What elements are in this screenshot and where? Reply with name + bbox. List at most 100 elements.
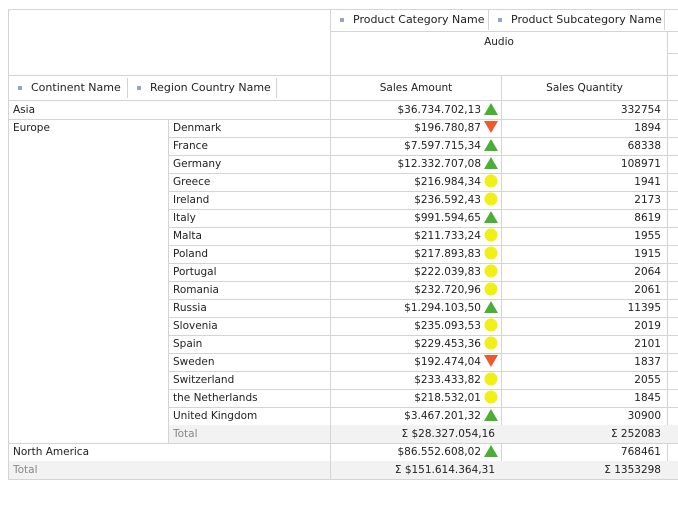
cell-sales-amount[interactable]: $232.720,96 [331,281,501,299]
column-field-product-category[interactable]: Product Category Name [331,9,488,31]
sales-amount-value: $7.597.715,34 [404,140,481,152]
row-header-country[interactable]: Malta [169,227,329,245]
row-header-country[interactable]: Ireland [169,191,329,209]
cell-sales-quantity[interactable]: 68338 [502,137,667,155]
cell-sales-amount[interactable]: $218.532,01 [331,389,501,407]
cell-sales-quantity[interactable]: 1915 [502,245,667,263]
cell-sales-quantity[interactable]: Σ 1353298 [502,461,667,479]
cell-sales-amount[interactable]: $12.332.707,08 [331,155,501,173]
grid-line [331,31,678,32]
sales-amount-value: Σ $151.614.364,31 [394,464,495,476]
row-header-country[interactable]: Italy [169,209,329,227]
field-handle-icon [498,18,502,22]
cell-sales-quantity[interactable]: 108971 [502,155,667,173]
row-header-country[interactable]: Switzerland [169,371,329,389]
row-header-country[interactable]: United Kingdom [169,407,329,425]
cell-sales-amount[interactable]: $233.433,82 [331,371,501,389]
trend-up-icon [484,409,498,421]
neutral-circle-icon [484,192,498,206]
row-field-region-country[interactable]: Region Country Name [128,77,276,99]
row-header-country[interactable]: Denmark [169,119,329,137]
cell-sales-quantity[interactable]: 2061 [502,281,667,299]
cell-sales-quantity[interactable]: 1837 [502,353,667,371]
field-handle-icon [18,86,22,90]
cell-sales-amount[interactable]: $3.467.201,32 [331,407,501,425]
row-header-country[interactable]: France [169,137,329,155]
subtotal-label[interactable]: Total [169,425,329,443]
row-header-continent[interactable]: Asia [9,101,167,119]
cell-sales-quantity[interactable]: 1845 [502,389,667,407]
sales-amount-value: $991.594,65 [414,212,481,224]
grid-line [668,53,678,54]
cell-sales-amount[interactable]: $235.093,53 [331,317,501,335]
cell-sales-amount[interactable]: $236.592,43 [331,191,501,209]
sales-amount-value: $3.467.201,32 [404,410,481,422]
row-header-country[interactable]: the Netherlands [169,389,329,407]
sales-amount-value: $235.093,53 [414,320,481,332]
neutral-circle-icon [484,264,498,278]
cell-sales-quantity[interactable]: 2064 [502,263,667,281]
neutral-circle-icon [484,228,498,242]
row-header-country[interactable]: Spain [169,335,329,353]
sales-amount-value: $192.474,04 [414,356,481,368]
row-header-country[interactable]: Greece [169,173,329,191]
sales-amount-value: $36.734.702,13 [397,104,482,116]
cell-sales-amount[interactable]: $222.039,83 [331,263,501,281]
row-header-country[interactable]: Romania [169,281,329,299]
cell-sales-quantity[interactable]: Σ 252083 [502,425,667,443]
grid-line [330,101,331,479]
cell-sales-quantity[interactable]: 2055 [502,371,667,389]
cell-sales-amount[interactable]: Σ $151.614.364,31 [331,461,501,479]
cell-sales-amount[interactable]: Σ $28.327.054,16 [331,425,501,443]
cell-sales-quantity[interactable]: 1894 [502,119,667,137]
cell-sales-amount[interactable]: $36.734.702,13 [331,101,501,119]
column-header-sales-amount[interactable]: Sales Amount [331,79,501,97]
row-header-country[interactable]: Portugal [169,263,329,281]
cell-sales-quantity[interactable]: 768461 [502,443,667,461]
row-header-country[interactable]: Slovenia [169,317,329,335]
row-header-continent[interactable]: North America [9,443,167,461]
cell-sales-amount[interactable]: $217.893,83 [331,245,501,263]
chip-divider [664,10,665,30]
cell-sales-amount[interactable]: $192.474,04 [331,353,501,371]
row-header-continent[interactable]: Europe [9,119,167,137]
cell-sales-quantity[interactable]: 1941 [502,173,667,191]
trend-down-icon [484,121,498,133]
column-header-sales-quantity[interactable]: Sales Quantity [502,79,667,97]
row-header-country[interactable]: Germany [169,155,329,173]
cell-sales-amount[interactable]: $216.984,34 [331,173,501,191]
cell-sales-amount[interactable]: $196.780,87 [331,119,501,137]
sales-amount-value: $216.984,34 [414,176,481,188]
neutral-circle-icon [484,246,498,260]
cell-sales-quantity[interactable]: 2019 [502,317,667,335]
cell-sales-amount[interactable]: $86.552.608,02 [331,443,501,461]
grand-total-label[interactable]: Total [9,461,167,479]
cell-sales-quantity[interactable]: 332754 [502,101,667,119]
column-header-category[interactable]: Audio [331,33,667,51]
field-handle-icon [340,18,344,22]
grid-line [168,119,169,443]
cell-sales-amount[interactable]: $1.294.103,50 [331,299,501,317]
sales-amount-value: $196.780,87 [414,122,481,134]
cell-sales-quantity[interactable]: 30900 [502,407,667,425]
cell-sales-quantity[interactable]: 2101 [502,335,667,353]
cell-sales-quantity[interactable]: 8619 [502,209,667,227]
row-header-country[interactable]: Russia [169,299,329,317]
cell-sales-amount[interactable]: $991.594,65 [331,209,501,227]
neutral-circle-icon [484,318,498,332]
grid-line [8,9,9,479]
sales-amount-value: $236.592,43 [414,194,481,206]
column-field-product-subcategory[interactable]: Product Subcategory Name [489,9,664,31]
cell-sales-quantity[interactable]: 2173 [502,191,667,209]
trend-up-icon [484,445,498,457]
cell-sales-amount[interactable]: $211.733,24 [331,227,501,245]
row-header-country[interactable]: Poland [169,245,329,263]
cell-sales-amount[interactable]: $229.453,36 [331,335,501,353]
row-field-label: Continent Name [31,81,121,94]
neutral-circle-icon [484,390,498,404]
cell-sales-quantity[interactable]: 1955 [502,227,667,245]
row-field-continent[interactable]: Continent Name [9,77,127,99]
row-header-country[interactable]: Sweden [169,353,329,371]
cell-sales-amount[interactable]: $7.597.715,34 [331,137,501,155]
cell-sales-quantity[interactable]: 11395 [502,299,667,317]
